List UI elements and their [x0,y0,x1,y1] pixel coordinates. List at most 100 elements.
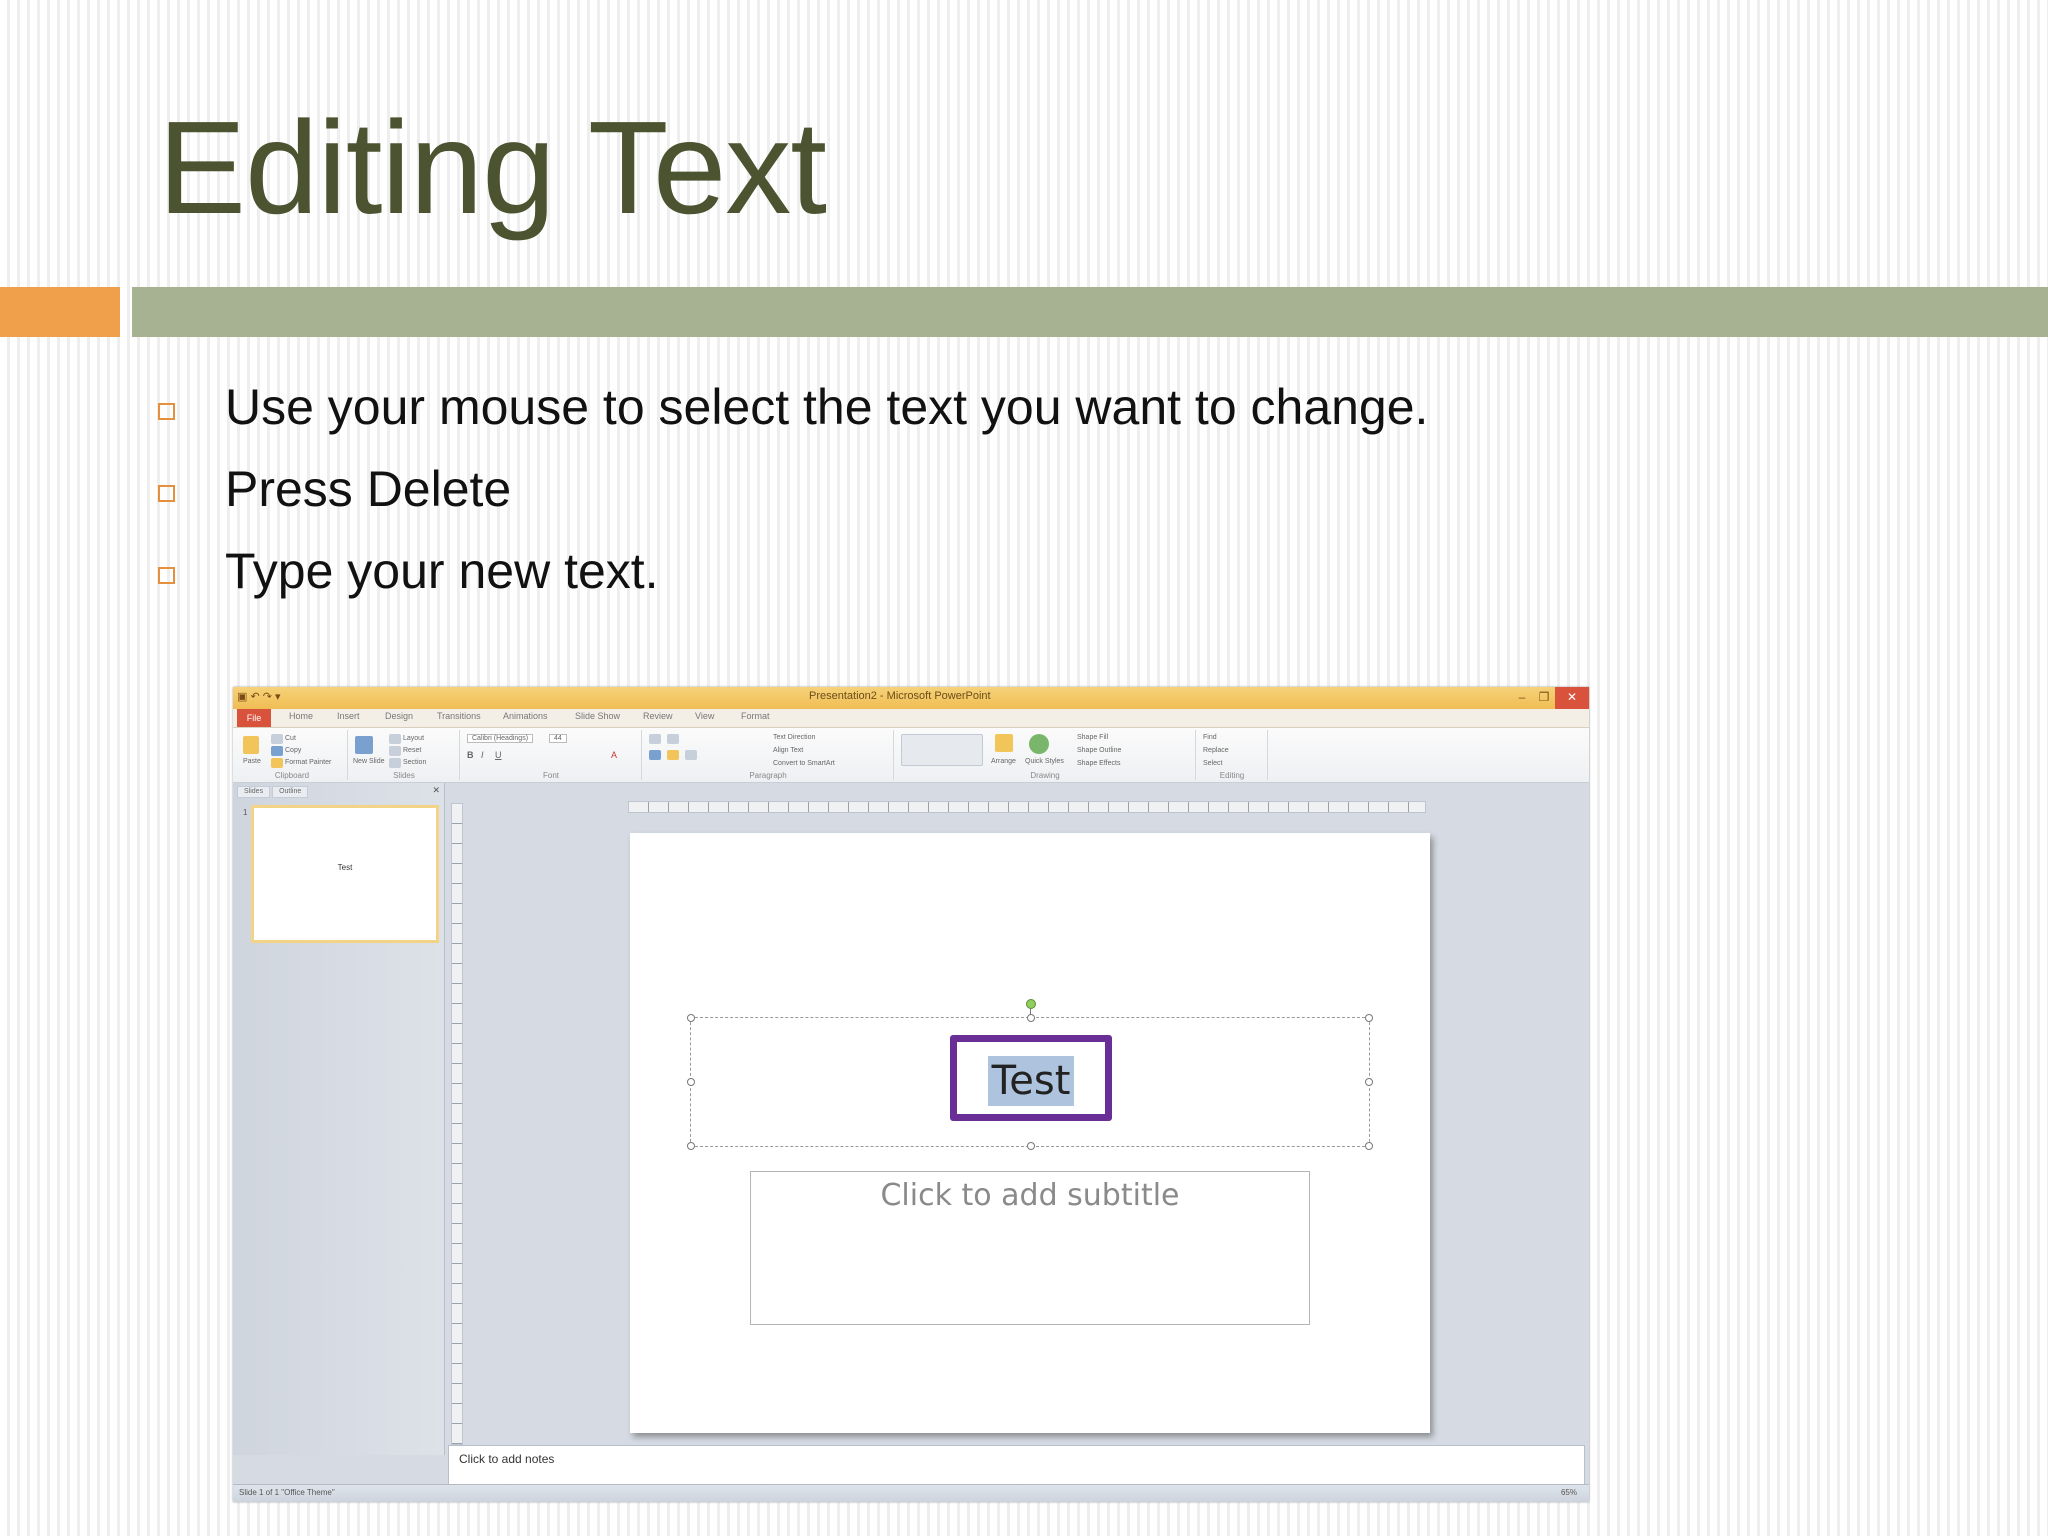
convert-smartart-button[interactable]: Convert to SmartArt [773,760,835,767]
ribbon-group-drawing: Arrange Quick Styles Shape Fill Shape Ou… [895,730,1196,780]
numbering-icon[interactable] [667,734,679,744]
square-bullet-icon [158,402,175,420]
align-text-button[interactable]: Align Text [773,747,803,754]
resize-handle[interactable] [1365,1014,1373,1022]
group-label: Editing [1219,771,1245,780]
resize-handle[interactable] [1365,1142,1373,1150]
replace-button[interactable]: Replace [1203,747,1229,754]
shape-effects-button[interactable]: Shape Effects [1077,760,1120,767]
text-direction-button[interactable]: Text Direction [773,734,815,741]
bullet-item: Press Delete [158,448,1428,530]
cut-label[interactable]: Cut [285,735,296,742]
horizontal-ruler [628,801,1426,813]
resize-handle[interactable] [1365,1078,1373,1086]
bullet-item: Type your new text. [158,530,1428,612]
close-icon[interactable]: ✕ [1555,687,1589,709]
shape-fill-button[interactable]: Shape Fill [1077,734,1108,741]
subtitle-placeholder-text: Click to add subtitle [880,1178,1180,1213]
copy-icon[interactable] [271,746,283,756]
group-label: Paragraph [749,771,787,780]
align-right-icon[interactable] [685,750,697,760]
ribbon-tabs: Home Insert Design Transitions Animation… [233,709,1589,728]
find-button[interactable]: Find [1203,734,1217,741]
section-label[interactable]: Section [403,759,426,766]
layout-label[interactable]: Layout [403,735,424,742]
reset-icon[interactable] [389,746,401,756]
rotation-handle[interactable] [1026,999,1036,1009]
quick-styles-icon[interactable] [1029,734,1049,754]
bullets-icon[interactable] [649,734,661,744]
orange-accent-bar [0,287,120,337]
quick-access-toolbar[interactable]: ▣ ↶ ↷ ▾ [237,690,281,703]
highlight-annotation-box [950,1035,1112,1121]
format-painter-icon[interactable] [271,758,283,768]
status-bar: Slide 1 of 1 "Office Theme" 65% [233,1484,1589,1502]
ribbon-group-editing: Find Replace Select Editing [1197,730,1268,780]
tab-transitions[interactable]: Transitions [437,711,481,721]
tab-format[interactable]: Format [741,711,770,721]
close-icon[interactable]: ✕ [432,785,440,796]
tab-file[interactable]: File [237,709,271,727]
cut-icon[interactable] [271,734,283,744]
shapes-gallery[interactable] [901,734,983,766]
copy-label[interactable]: Copy [285,747,301,754]
resize-handle[interactable] [1027,1142,1035,1150]
window-title: Presentation2 - Microsoft PowerPoint [809,690,991,702]
underline-icon[interactable]: U [495,750,502,760]
resize-handle[interactable] [1027,1014,1035,1022]
resize-handle[interactable] [687,1014,695,1022]
notes-pane[interactable]: Click to add notes [448,1445,1585,1485]
shape-outline-button[interactable]: Shape Outline [1077,747,1121,754]
italic-icon[interactable]: I [481,750,484,760]
align-left-icon[interactable] [649,750,661,760]
section-icon[interactable] [389,758,401,768]
new-slide-label[interactable]: New Slide [353,758,385,765]
resize-handle[interactable] [687,1078,695,1086]
bold-icon[interactable]: B [467,750,474,760]
tab-slide-show[interactable]: Slide Show [575,711,620,721]
align-center-icon[interactable] [667,750,679,760]
paste-label: Paste [243,758,261,765]
resize-handle[interactable] [687,1142,695,1150]
font-size-select[interactable]: 44 [549,734,567,743]
zoom-level[interactable]: 65% [1561,1488,1577,1497]
notes-placeholder-text: Click to add notes [459,1452,555,1466]
tab-home[interactable]: Home [289,711,313,721]
group-label: Clipboard [274,771,310,780]
green-accent-bar [132,287,2048,337]
ribbon-group-font: Calibri (Headings) 44 B I U A Font [461,730,642,780]
arrange-label[interactable]: Arrange [991,758,1016,765]
tab-animations[interactable]: Animations [503,711,548,721]
group-label: Drawing [1030,771,1060,780]
powerpoint-screenshot: ▣ ↶ ↷ ▾ Presentation2 - Microsoft PowerP… [233,687,1589,1502]
select-button[interactable]: Select [1203,760,1222,767]
new-slide-icon[interactable] [355,736,373,754]
tab-design[interactable]: Design [385,711,413,721]
quick-styles-label[interactable]: Quick Styles [1025,758,1064,765]
pane-tabs: Slides Outline [237,786,309,798]
slide-thumbnail[interactable]: Test [251,805,439,943]
minimize-icon[interactable]: – [1511,687,1533,709]
arrange-icon[interactable] [995,734,1013,752]
vertical-ruler [451,803,463,1445]
slide-title: Editing Text [158,94,827,241]
tab-review[interactable]: Review [643,711,673,721]
ribbon-group-slides: New Slide Layout Reset Section Slides [349,730,460,780]
square-bullet-icon [158,566,175,584]
tab-slides[interactable]: Slides [237,786,271,798]
font-color-icon[interactable]: A [611,750,617,760]
subtitle-placeholder[interactable]: Click to add subtitle [750,1171,1310,1325]
restore-icon[interactable]: ❐ [1533,687,1555,709]
slide-canvas[interactable]: Test Click to add subtitle [630,833,1430,1433]
layout-icon[interactable] [389,734,401,744]
paste-icon[interactable] [243,736,259,754]
reset-label[interactable]: Reset [403,747,421,754]
tab-view[interactable]: View [695,711,714,721]
thumbnail-text: Test [337,863,353,872]
tab-insert[interactable]: Insert [337,711,360,721]
tab-outline[interactable]: Outline [272,786,309,798]
font-name-select[interactable]: Calibri (Headings) [467,734,534,743]
ribbon-group-paragraph: Text Direction Align Text Convert to Sma… [643,730,894,780]
window-titlebar: ▣ ↶ ↷ ▾ Presentation2 - Microsoft PowerP… [233,687,1589,709]
format-painter-label[interactable]: Format Painter [285,759,331,766]
